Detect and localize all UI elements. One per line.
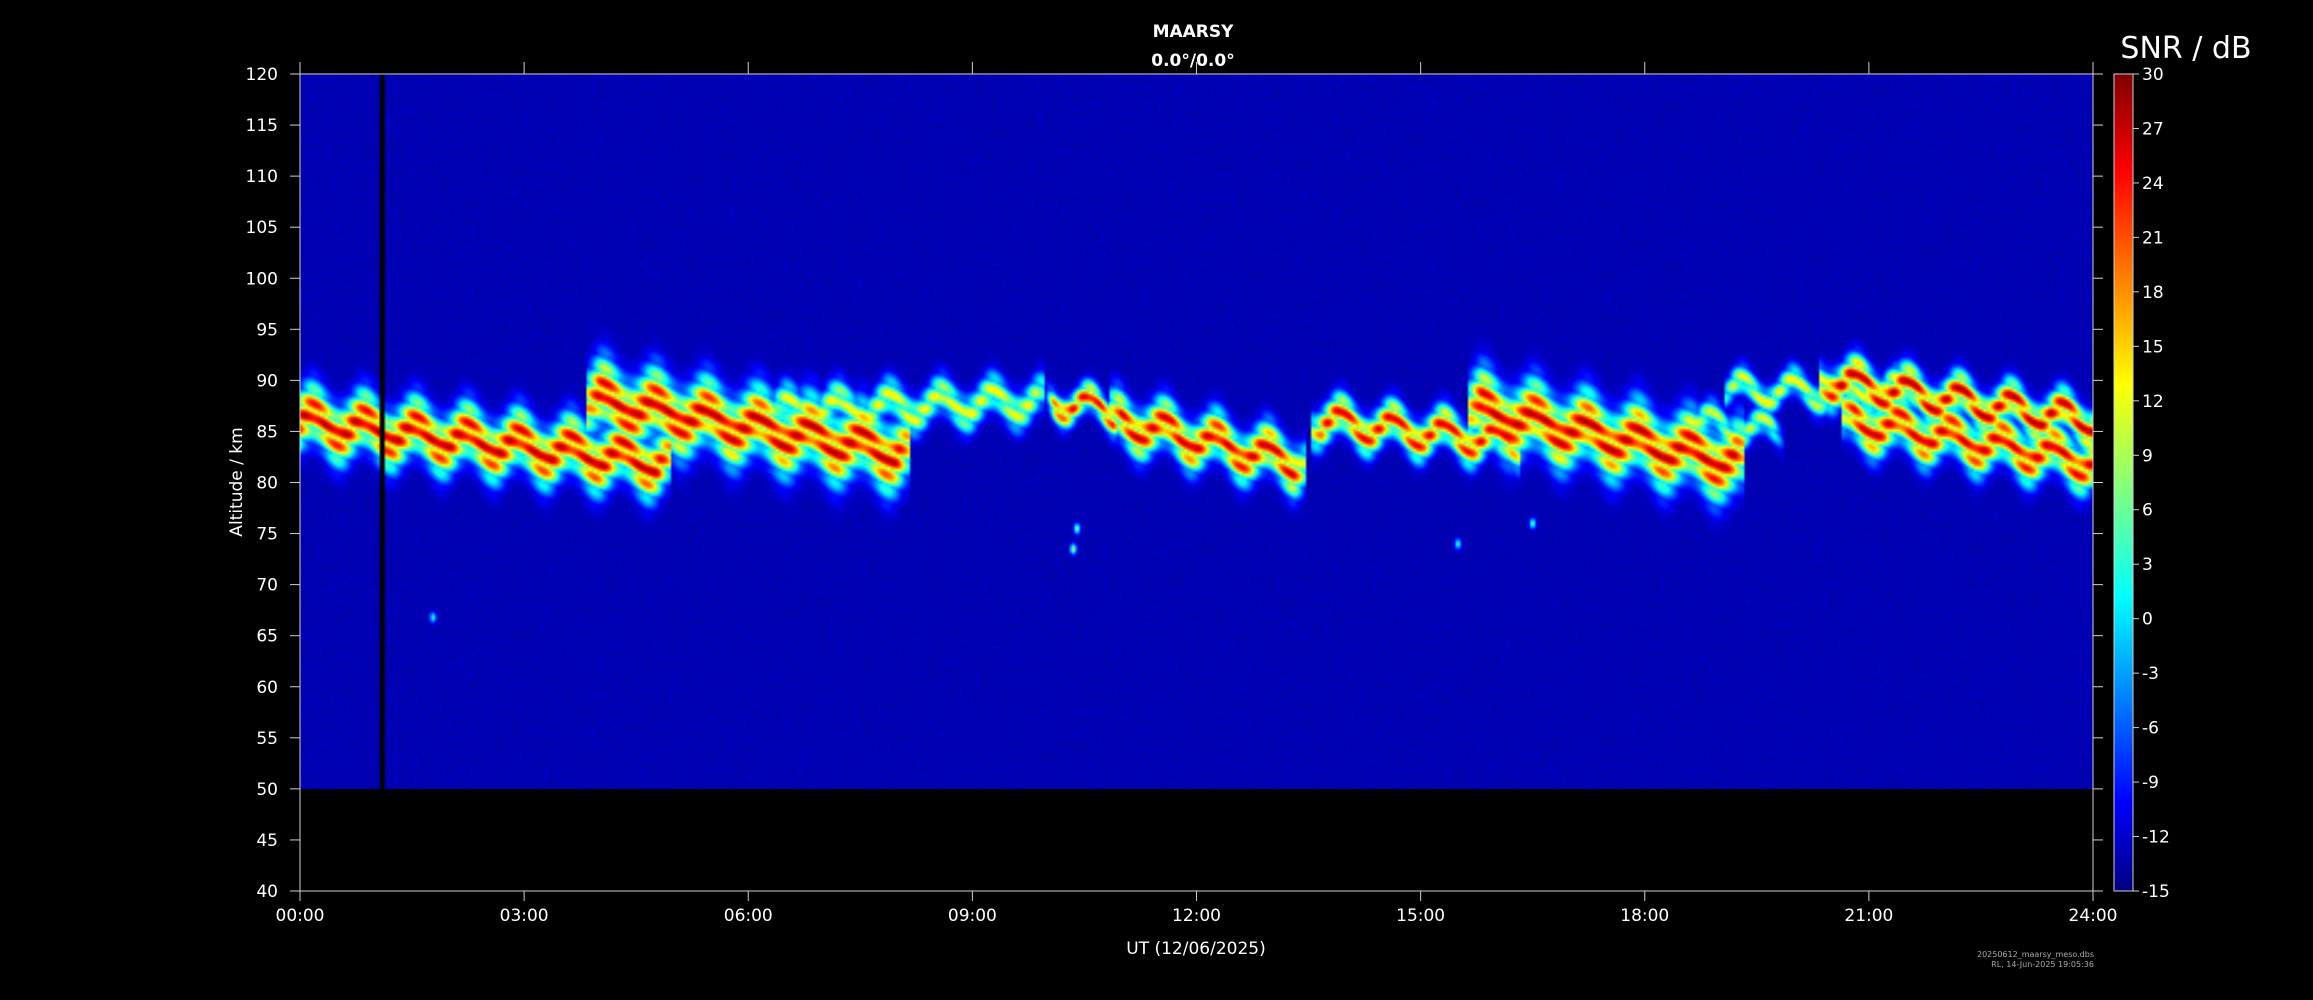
- y-tick-label: 120: [246, 65, 278, 85]
- colorbar: SNR / dB -15 -12 -9 -6 -3 0 3 6 9 12 15 18 21 24 27 30: [2113, 31, 2252, 902]
- y-tick-label: 55: [256, 729, 278, 749]
- x-tick-label: 09:00: [948, 906, 997, 926]
- colorbar-tick-label: 0: [2142, 610, 2153, 630]
- colorbar-ticks: -15 -12 -9 -6 -3 0 3 6 9 12 15 18 21 24 27 30: [2133, 65, 2170, 902]
- y-tick-label: 95: [256, 320, 278, 340]
- colorbar-tick-label: -3: [2142, 664, 2159, 684]
- colorbar-tick-label: 30: [2142, 65, 2164, 85]
- snr-heatmap: [300, 74, 2093, 789]
- colorbar-tick-label: 6: [2142, 501, 2153, 521]
- colorbar-tick-label: 12: [2142, 392, 2164, 412]
- colorbar-tick-label: 18: [2142, 283, 2164, 303]
- y-tick-label: 50: [256, 780, 278, 800]
- radar-chart: MAARSY 0.0°/0.0° 00:00 03:00 06:00 09:00 12:…: [227, 22, 2252, 969]
- y-tick-label: 80: [256, 474, 278, 494]
- plot-area: [299, 73, 2094, 892]
- x-tick-label: 00:00: [276, 906, 325, 926]
- x-tick-label: 18:00: [1620, 906, 1669, 926]
- colorbar-tick-label: -15: [2142, 882, 2170, 902]
- colorbar-tick-label: -12: [2142, 828, 2170, 848]
- colorbar-tick-label: 9: [2142, 446, 2153, 466]
- x-tick-label: 24:00: [2069, 906, 2118, 926]
- y-tick-label: 75: [256, 525, 278, 545]
- footer-filename: 20250612_maarsy_meso.dbs: [1977, 950, 2094, 959]
- chart-subtitle: 0.0°/0.0°: [1151, 51, 1234, 71]
- y-tick-label: 45: [256, 831, 278, 851]
- y-tick-label: 40: [256, 882, 278, 902]
- colorbar-label: SNR / dB: [2120, 31, 2251, 66]
- x-axis-label: UT (12/06/2025): [1126, 939, 1265, 959]
- x-tick-label: 15:00: [1396, 906, 1445, 926]
- y-tick-label: 110: [246, 167, 278, 187]
- colorbar-tick-label: 24: [2142, 174, 2164, 194]
- x-tick-label: 12:00: [1172, 906, 1221, 926]
- colorbar-tick-label: 3: [2142, 555, 2153, 575]
- y-tick-label: 105: [246, 218, 278, 238]
- footer-timestamp: RL, 14-Jun-2025 19:05:36: [1991, 960, 2094, 969]
- x-tick-label: 21:00: [1844, 906, 1893, 926]
- y-tick-label: 115: [246, 116, 278, 136]
- x-tick-label: 06:00: [724, 906, 773, 926]
- colorbar-tick-label: -9: [2142, 773, 2159, 793]
- y-tick-label: 85: [256, 422, 278, 442]
- colorbar-tick-label: 15: [2142, 337, 2164, 357]
- y-tick-label: 65: [256, 627, 278, 647]
- y-tick-label: 70: [256, 576, 278, 596]
- x-tick-label: 03:00: [500, 906, 549, 926]
- y-axis-label: Altitude / km: [227, 427, 247, 536]
- y-tick-label: 60: [256, 678, 278, 698]
- chart-title: MAARSY: [1153, 22, 1235, 42]
- y-tick-label: 90: [256, 371, 278, 391]
- colorbar-tick-label: 27: [2142, 119, 2164, 139]
- colorbar-tick-label: 21: [2142, 228, 2164, 248]
- colorbar-tick-label: -6: [2142, 719, 2159, 739]
- y-tick-label: 100: [246, 269, 278, 289]
- colorbar-gradient: [2113, 73, 2134, 892]
